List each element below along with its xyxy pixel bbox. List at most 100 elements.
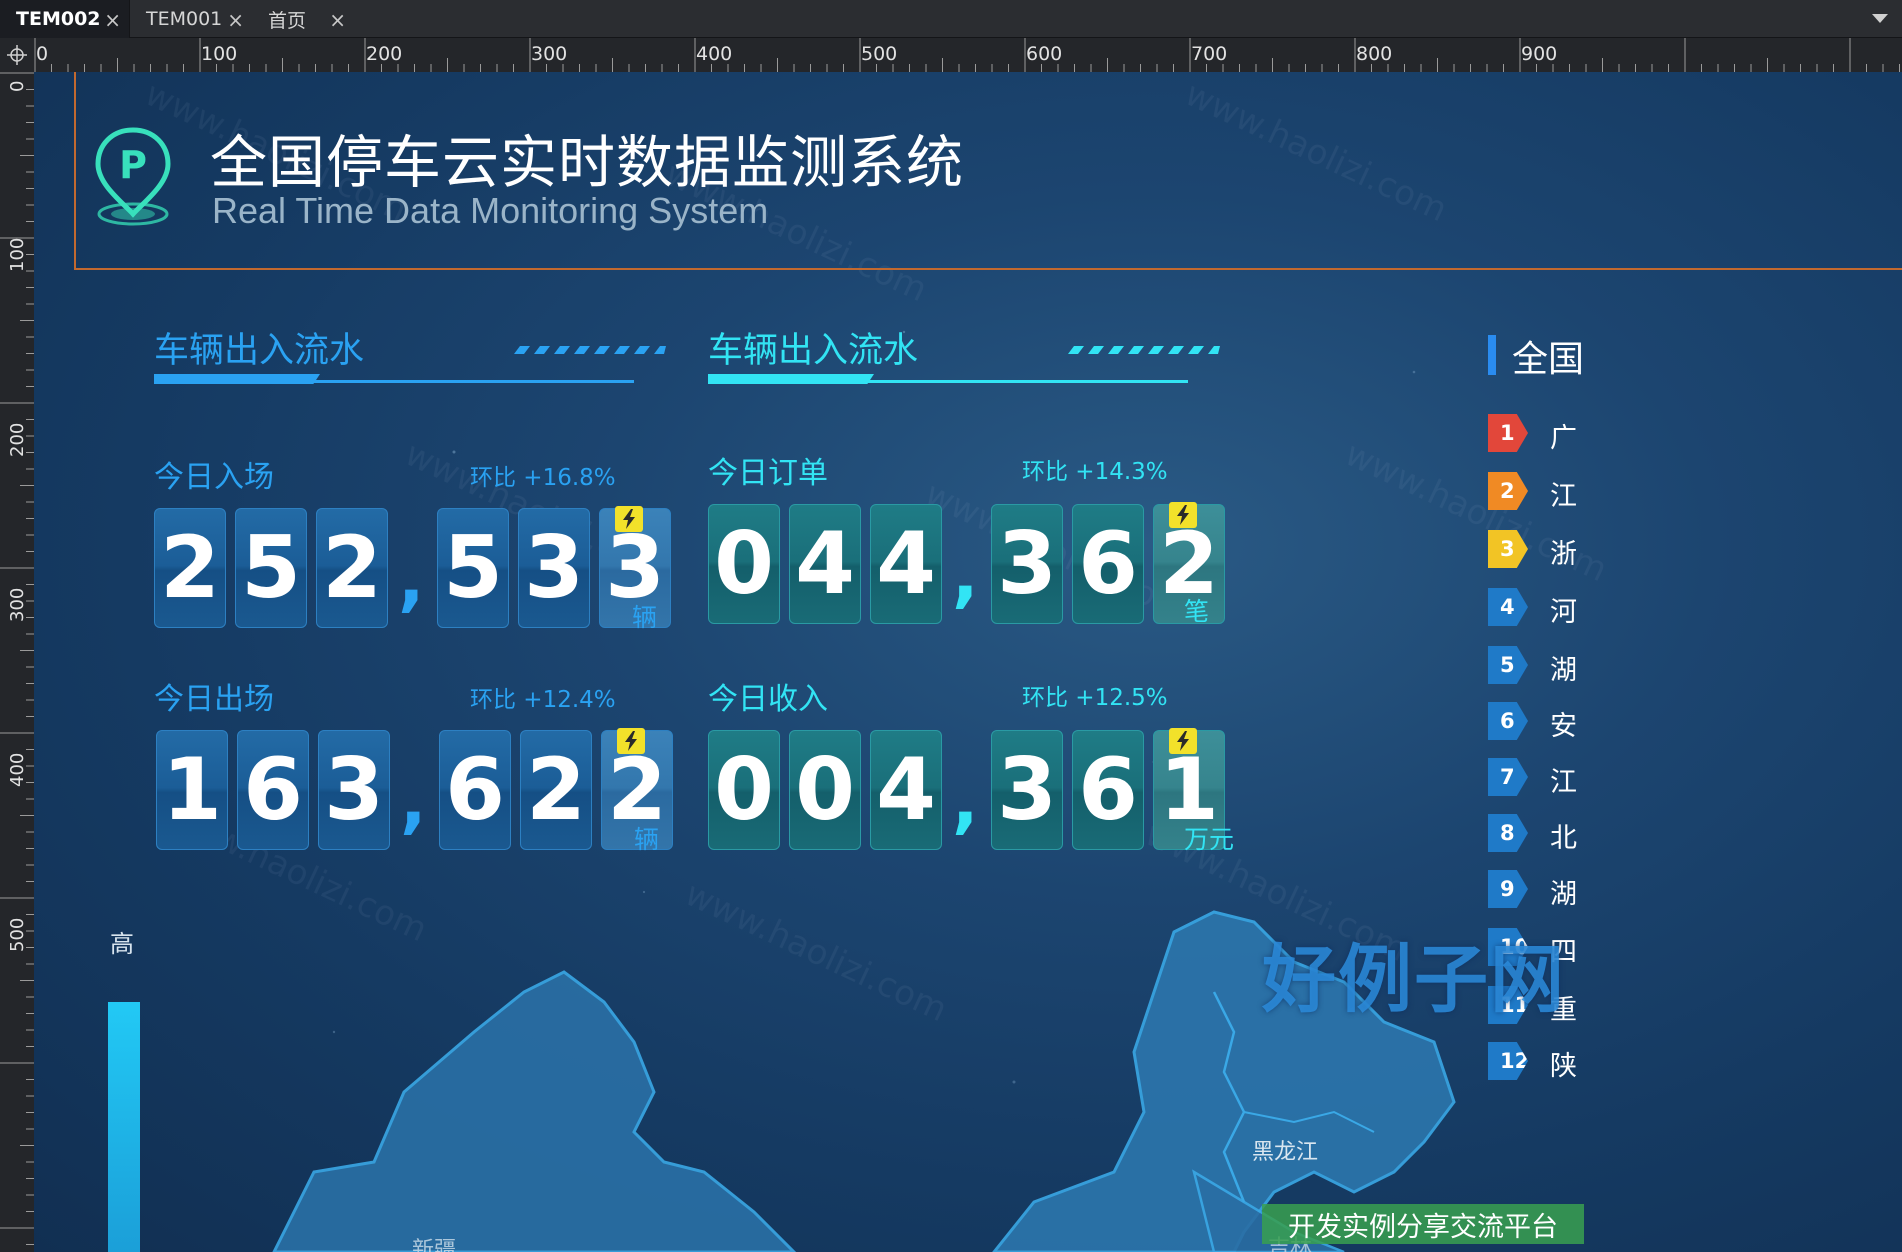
- rank-name: 河: [1550, 597, 1577, 628]
- revenue-change: 环比 +12.5%: [1022, 685, 1168, 711]
- watermark-logo: 好例子网: [1262, 937, 1566, 1023]
- ruler-label: 400: [696, 43, 733, 65]
- watermark-tagline: 开发实例分享交流平台: [1262, 1204, 1584, 1244]
- counter-digit: 3: [991, 730, 1063, 850]
- counter-digit: 3: [318, 730, 390, 850]
- close-icon[interactable]: ×: [104, 8, 121, 32]
- rank-badge: 7: [1488, 758, 1528, 796]
- tab-tem001[interactable]: TEM001 ×: [130, 0, 252, 38]
- design-canvas[interactable]: www.haolizi.com www.haolizi.com www.haol…: [34, 72, 1902, 1252]
- svg-text:P: P: [119, 143, 147, 187]
- chevron-down-icon[interactable]: [1872, 14, 1888, 23]
- counter-digit: 0: [708, 504, 780, 624]
- ruler-label: 300: [531, 43, 568, 65]
- counter-separator: ,: [952, 534, 979, 616]
- counter-digit: 6: [1072, 730, 1144, 850]
- counter-digit: 6: [439, 730, 511, 850]
- rank-badge: 6: [1488, 702, 1528, 740]
- ruler-label: 700: [1191, 43, 1228, 65]
- ranking-item[interactable]: 2 江: [1488, 472, 1888, 512]
- ranking-title: 全国: [1512, 339, 1585, 380]
- entry-change: 环比 +16.8%: [470, 465, 616, 491]
- counter-separator: ,: [400, 760, 427, 842]
- entry-unit: 辆: [632, 603, 658, 632]
- section-divider: [154, 380, 634, 383]
- legend-high-label: 高: [110, 930, 134, 958]
- rank-name: 江: [1550, 767, 1577, 798]
- counter-digit: 0: [789, 730, 861, 850]
- orders-counter: 0 4 4 , 3 6 2: [708, 504, 1225, 624]
- ruler-horizontal[interactable]: 0 100 200 300 400 500 600 700 800 900: [34, 38, 1902, 72]
- rank-name: 湖: [1550, 655, 1577, 686]
- ruler-label: 500: [7, 917, 28, 952]
- parking-pin-icon: P: [95, 127, 171, 226]
- counter-digit: 4: [870, 504, 942, 624]
- rank-badge: 8: [1488, 814, 1528, 852]
- orders-unit: 笔: [1184, 597, 1210, 626]
- counter-digit: 3: [991, 504, 1063, 624]
- exit-label: 今日出场: [154, 682, 274, 717]
- ruler-origin-button[interactable]: [0, 38, 34, 72]
- ranking-item[interactable]: 6 安: [1488, 702, 1888, 742]
- rank-name: 陕: [1550, 1051, 1577, 1082]
- ruler-label: 500: [861, 43, 898, 65]
- close-icon[interactable]: ×: [329, 8, 346, 32]
- rank-name: 江: [1550, 481, 1577, 512]
- ranking-item[interactable]: 3 浙: [1488, 530, 1888, 570]
- ruler-label: 0: [36, 43, 49, 65]
- rank-badge: 4: [1488, 588, 1528, 626]
- ranking-item[interactable]: 1 广: [1488, 414, 1888, 454]
- rank-badge: 1: [1488, 414, 1528, 452]
- orders-label: 今日订单: [708, 456, 828, 491]
- section-divider: [708, 380, 1188, 383]
- counter-digit: 3: [518, 508, 590, 628]
- ranking-item[interactable]: 12 陕: [1488, 1042, 1888, 1082]
- counter-digit: 1: [156, 730, 228, 850]
- rank-name: 北: [1550, 823, 1577, 854]
- ranking-item[interactable]: 8 北: [1488, 814, 1888, 854]
- ruler-label: 200: [366, 43, 403, 65]
- ranking-item[interactable]: 9 湖: [1488, 870, 1888, 910]
- counter-digit: 0: [708, 730, 780, 850]
- map-region-west[interactable]: [272, 970, 797, 1252]
- page-title: 全国停车云实时数据监测系统: [210, 130, 964, 196]
- ranking-item[interactable]: 7 江: [1488, 758, 1888, 798]
- counter-digit: 2: [154, 508, 226, 628]
- ranking-item[interactable]: 4 河: [1488, 588, 1888, 628]
- page-subtitle: Real Time Data Monitoring System: [212, 190, 769, 231]
- rank-name: 浙: [1550, 539, 1577, 570]
- lightning-icon: [617, 728, 645, 754]
- rank-name: 安: [1550, 711, 1577, 742]
- lightning-icon: [1169, 728, 1197, 754]
- counter-digit: 6: [237, 730, 309, 850]
- section-title: 车辆出入流水: [708, 331, 919, 371]
- section-header-left: 车辆出入流水: [154, 322, 666, 392]
- ruler-label: 0: [7, 80, 28, 92]
- counter-digit: 4: [870, 730, 942, 850]
- ruler-label: 300: [7, 587, 28, 622]
- ruler-vertical[interactable]: 0 100 200 300 400 500: [0, 72, 34, 1252]
- crosshair-icon: [7, 45, 27, 65]
- ruler-label: 900: [1521, 43, 1558, 65]
- tab-label: TEM001: [146, 8, 223, 30]
- counter-separator: ,: [952, 760, 979, 842]
- tab-home[interactable]: 首页 ×: [252, 0, 354, 38]
- section-title: 车辆出入流水: [154, 331, 365, 371]
- ruler-label: 100: [201, 43, 238, 65]
- lightning-icon: [1169, 502, 1197, 528]
- close-icon[interactable]: ×: [227, 8, 244, 32]
- exit-counter: 1 6 3 , 6 2 2: [156, 730, 673, 850]
- ruler-label: 200: [7, 422, 28, 457]
- entry-label: 今日入场: [154, 460, 274, 495]
- entry-counter: 2 5 2 , 5 3 3: [154, 508, 671, 628]
- counter-digit: 5: [235, 508, 307, 628]
- tab-label: 首页: [268, 9, 307, 32]
- tab-tem002[interactable]: TEM002 ×: [0, 0, 130, 38]
- counter-digit: 2: [520, 730, 592, 850]
- ruler-label: 800: [1356, 43, 1393, 65]
- legend-gradient-bar: [108, 1002, 140, 1252]
- ranking-item[interactable]: 5 湖: [1488, 646, 1888, 686]
- stripe-decoration: [1068, 346, 1220, 354]
- counter-digit: 5: [437, 508, 509, 628]
- rank-name: 湖: [1550, 879, 1577, 910]
